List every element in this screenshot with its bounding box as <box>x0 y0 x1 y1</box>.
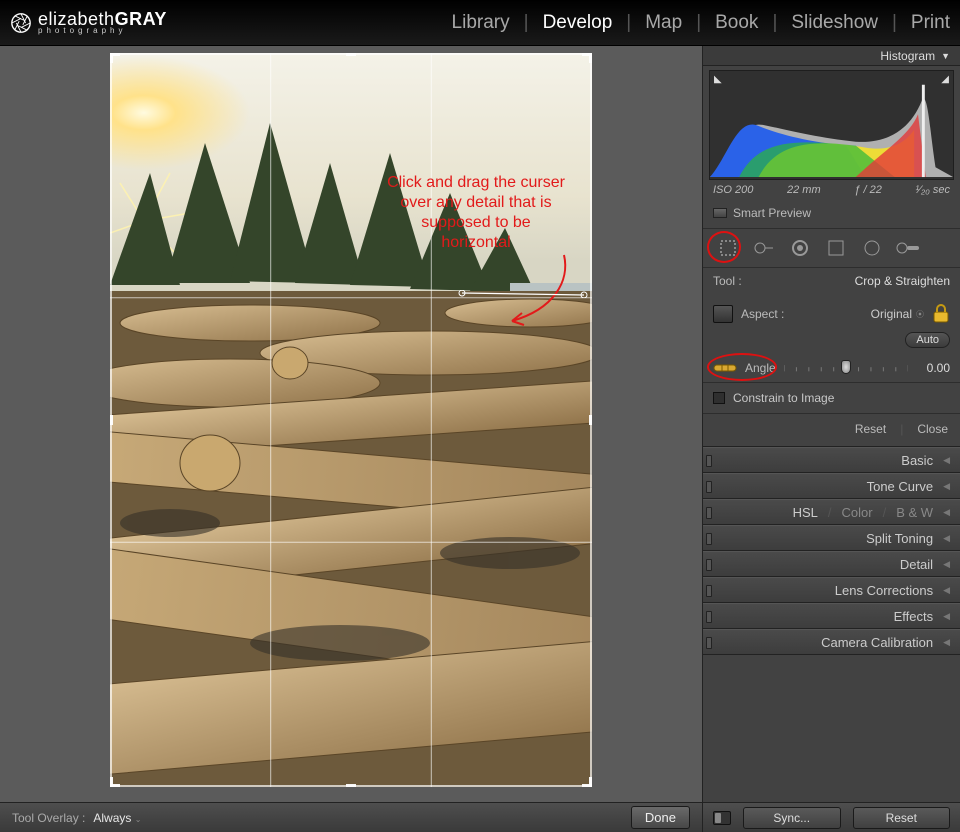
aspect-icon[interactable] <box>713 305 733 323</box>
constrain-row[interactable]: Constrain to Image <box>703 382 960 414</box>
tool-radial[interactable] <box>857 235 887 261</box>
histogram-header-label: Histogram <box>880 49 935 63</box>
tool-brush[interactable] <box>893 235 923 261</box>
nav-slideshow[interactable]: Slideshow <box>791 12 878 34</box>
top-bar: elizabethGRAY photography Library| Devel… <box>0 0 960 46</box>
before-after-toggle[interactable] <box>713 811 731 825</box>
auto-button[interactable]: Auto <box>905 332 950 348</box>
nav-book[interactable]: Book <box>715 12 758 34</box>
smart-preview-row[interactable]: Smart Preview <box>703 202 960 229</box>
reset-link[interactable]: Reset <box>855 422 886 436</box>
aspect-row: Aspect : Original ⦿ <box>703 298 960 330</box>
angle-slider-thumb[interactable] <box>841 360 851 374</box>
tool-overlay-dropdown[interactable]: Always ⌄ <box>93 811 141 825</box>
tool-name-text: Crop & Straighten <box>855 274 950 288</box>
constrain-label: Constrain to Image <box>733 391 834 405</box>
smart-preview-label: Smart Preview <box>733 206 811 220</box>
smart-preview-icon <box>713 208 727 218</box>
aspect-label: Aspect : <box>741 307 784 321</box>
tool-label-text: Tool : <box>713 274 742 288</box>
tool-label-row: Tool : Crop & Straighten <box>703 268 960 298</box>
aperture-icon <box>10 12 32 34</box>
nav-develop[interactable]: Develop <box>543 12 613 34</box>
tool-strip <box>703 229 960 268</box>
logo-sub: photography <box>38 27 167 34</box>
histogram-header[interactable]: Histogram ▼ <box>703 46 960 66</box>
exif-aperture: ƒ / 22 <box>854 184 882 196</box>
sync-button[interactable]: Sync... <box>743 807 841 829</box>
angle-slider[interactable] <box>784 362 908 374</box>
section-effects[interactable]: Effects◀ <box>703 603 960 629</box>
tool-redeye[interactable] <box>785 235 815 261</box>
section-tone-curve[interactable]: Tone Curve◀ <box>703 473 960 499</box>
aspect-value: Original <box>871 307 912 321</box>
right-panel: Histogram ▼ ◣◢ ISO 200 22 mm ƒ / 22 ¹⁄ <box>702 46 960 802</box>
caret-icon: ⦿ <box>916 309 924 320</box>
shadow-clip-icon[interactable]: ◣ <box>714 74 722 85</box>
section-basic[interactable]: Basic◀ <box>703 447 960 473</box>
angle-row: Angle 0.00 <box>703 354 960 382</box>
angle-label: Angle <box>745 361 776 375</box>
done-button[interactable]: Done <box>631 806 690 829</box>
angle-value: 0.00 <box>916 361 950 375</box>
bottom-left-bar: Tool Overlay : Always ⌄ Done <box>0 802 702 832</box>
exif-meta: ISO 200 22 mm ƒ / 22 ¹⁄₂₀ sec <box>703 182 960 202</box>
section-hsl[interactable]: HSL/ Color/ B & W◀ <box>703 499 960 525</box>
crop-frame[interactable]: Click and drag the curser over any detai… <box>110 53 592 787</box>
straighten-drag-line[interactable] <box>458 290 588 298</box>
section-detail[interactable]: Detail◀ <box>703 551 960 577</box>
chevron-down-icon: ▼ <box>941 51 950 61</box>
aspect-dropdown[interactable]: Original ⦿ <box>871 307 924 321</box>
bottom-right-bar: Sync... Reset <box>702 802 960 832</box>
tool-crop[interactable] <box>713 235 743 261</box>
close-link[interactable]: Close <box>917 422 948 436</box>
highlight-clip-icon[interactable]: ◢ <box>941 74 949 85</box>
histogram[interactable]: ◣◢ <box>709 70 954 180</box>
exif-focal: 22 mm <box>787 184 821 196</box>
exif-iso: ISO 200 <box>713 184 753 196</box>
reset-close-row: Reset | Close <box>703 414 960 447</box>
reset-button[interactable]: Reset <box>853 807 951 829</box>
module-nav: Library| Develop| Map| Book| Slideshow| … <box>452 12 950 34</box>
section-camera-calibration[interactable]: Camera Calibration◀ <box>703 629 960 655</box>
section-split-toning[interactable]: Split Toning◀ <box>703 525 960 551</box>
nav-print[interactable]: Print <box>911 12 950 34</box>
nav-map[interactable]: Map <box>645 12 682 34</box>
constrain-checkbox[interactable] <box>713 392 725 404</box>
canvas-area[interactable]: Click and drag the curser over any detai… <box>0 46 702 802</box>
tool-gradient[interactable] <box>821 235 851 261</box>
tool-spot[interactable] <box>749 235 779 261</box>
exif-shutter: ¹⁄₂₀ sec <box>915 184 950 196</box>
brand-logo: elizabethGRAY photography <box>10 11 167 34</box>
photo-preview <box>110 53 592 787</box>
level-icon[interactable] <box>713 360 737 376</box>
section-lens-corrections[interactable]: Lens Corrections◀ <box>703 577 960 603</box>
nav-library[interactable]: Library <box>452 12 510 34</box>
annotation-text: Click and drag the curser over any detai… <box>386 173 566 253</box>
tool-overlay-label: Tool Overlay : <box>12 811 85 825</box>
lock-icon[interactable] <box>932 304 950 324</box>
